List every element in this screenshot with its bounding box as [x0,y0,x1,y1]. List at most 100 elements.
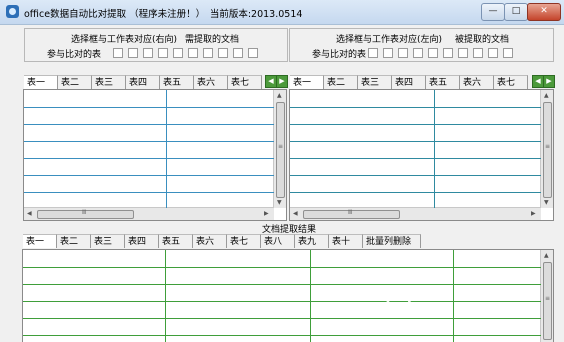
left-grid-hscroll-thumb[interactable]: Ⅲ [37,209,134,219]
left-doc-label: 需提取的文档 [185,35,240,45]
result-tab-7[interactable]: 表七 [227,234,261,248]
left-compare-checkbox-1[interactable] [113,48,123,58]
left-tab-4[interactable]: 表四 [126,75,160,89]
left-compare-checkbox-10[interactable] [248,48,258,58]
result-tab-strip: 表一 表二 表三 表四 表五 表六 表七 表八 表九 表十 批量列删除 [23,234,421,248]
scroll-up-arrow-icon[interactable]: ▲ [544,92,549,99]
left-compare-checkbox-5[interactable] [173,48,183,58]
left-tab-next-button[interactable]: ▶ [276,75,288,88]
left-tab-2[interactable]: 表二 [58,75,92,89]
left-tab-6[interactable]: 表六 [194,75,228,89]
right-compare-checkbox-4[interactable] [413,48,423,58]
result-tab-4[interactable]: 表四 [125,234,159,248]
left-compare-label: 参与比对的表 [47,50,102,60]
result-tab-6[interactable]: 表六 [193,234,227,248]
scroll-up-arrow-icon[interactable]: ▲ [277,92,282,99]
left-tab-prev-icon: ◀ [268,77,274,85]
result-tab-5[interactable]: 表五 [159,234,193,248]
right-compare-label: 参与比对的表 [312,50,367,60]
right-compare-checkbox-9[interactable] [488,48,498,58]
minimize-button[interactable]: — [481,3,505,21]
minimize-icon: — [488,6,498,16]
right-grid-vscroll-thumb[interactable]: ≡ [543,102,552,198]
left-select-label: 选择框与工作表对应(右向) [71,35,178,45]
right-tab-2[interactable]: 表二 [324,75,358,89]
result-tab-2[interactable]: 表二 [57,234,91,248]
left-tab-1[interactable]: 表一 [24,75,58,89]
result-tab-10[interactable]: 表十 [329,234,363,248]
scroll-right-arrow-icon[interactable]: ▶ [531,210,536,217]
left-grid-vertical-scrollbar[interactable]: ▲ ≡ ▼ [273,90,286,208]
left-tab-5[interactable]: 表五 [160,75,194,89]
grid-row-line [290,192,541,193]
left-compare-checkbox-3[interactable] [143,48,153,58]
left-compare-checkbox-4[interactable] [158,48,168,58]
right-tab-6[interactable]: 表六 [460,75,494,89]
result-grid-vscroll-thumb[interactable]: ≡ [543,262,552,340]
left-compare-checkbox-9[interactable] [233,48,243,58]
left-compare-checkbox-8[interactable] [218,48,228,58]
result-tab-1[interactable]: 表一 [23,234,57,248]
right-grid-hscroll-thumb[interactable]: Ⅲ [303,209,400,219]
scroll-grip-icon: ≡ [545,143,551,150]
right-compare-checkbox-8[interactable] [473,48,483,58]
right-data-grid[interactable]: ▲ ≡ ▼ ◀ Ⅲ ▶ [289,89,554,221]
scroll-down-arrow-icon[interactable]: ▼ [544,199,549,206]
scroll-grip-h-icon: Ⅲ [82,209,87,216]
right-select-label: 选择框与工作表对应(左向) [336,35,443,45]
grid-row-line [290,158,541,159]
right-tab-1[interactable]: 表一 [290,75,324,89]
right-tab-4[interactable]: 表四 [392,75,426,89]
left-data-grid[interactable]: ▲ ≡ ▼ ◀ Ⅲ ▶ [23,89,287,221]
scroll-left-arrow-icon[interactable]: ◀ [27,210,32,217]
scroll-grip-icon: ≡ [545,295,551,302]
grid-row-line [23,301,541,302]
grid-row-line [290,175,541,176]
scroll-down-arrow-icon[interactable]: ▼ [277,199,282,206]
right-tab-3[interactable]: 表三 [358,75,392,89]
scroll-right-arrow-icon[interactable]: ▶ [264,210,269,217]
right-tab-next-button[interactable]: ▶ [543,75,555,88]
scroll-left-arrow-icon[interactable]: ◀ [293,210,298,217]
maximize-button[interactable]: □ [504,3,528,21]
close-button[interactable]: ✕ [527,3,561,21]
scroll-grip-icon: ≡ [278,143,284,150]
right-tab-strip: 表一 表二 表三 表四 表五 表六 表七 [290,75,528,89]
right-tab-prev-icon: ◀ [535,77,541,85]
grid-column-line [166,90,167,208]
result-tab-8[interactable]: 表八 [261,234,295,248]
left-grid-vscroll-thumb[interactable]: ≡ [276,102,285,198]
left-tab-7[interactable]: 表七 [228,75,262,89]
right-grid-vertical-scrollbar[interactable]: ▲ ≡ ▼ [540,90,553,208]
grid-row-line [23,335,541,336]
right-compare-checkbox-7[interactable] [458,48,468,58]
right-tab-5[interactable]: 表五 [426,75,460,89]
grid-row-line [290,124,541,125]
right-compare-checkbox-5[interactable] [428,48,438,58]
right-compare-checkbox-3[interactable] [398,48,408,58]
result-tab-3[interactable]: 表三 [91,234,125,248]
right-compare-checkbox-6[interactable] [443,48,453,58]
right-compare-checkbox-2[interactable] [383,48,393,58]
grid-column-line [165,250,166,342]
left-compare-checkbox-2[interactable] [128,48,138,58]
result-tab-9[interactable]: 表九 [295,234,329,248]
left-grid-horizontal-scrollbar[interactable]: ◀ Ⅲ ▶ [24,207,274,220]
scroll-grip-h-icon: Ⅲ [348,209,353,216]
result-grid-vertical-scrollbar[interactable]: ▲ ≡ [540,250,553,342]
right-tab-7[interactable]: 表七 [494,75,528,89]
scroll-up-arrow-icon[interactable]: ▲ [544,252,549,259]
left-compare-checkbox-6[interactable] [188,48,198,58]
left-checkbox-row [113,48,258,58]
result-tab-11[interactable]: 批量列删除 [363,234,421,248]
window-title: office数据自动比对提取 （程序未注册！） 当前版本:2013.0514 [24,9,303,20]
right-grid-horizontal-scrollbar[interactable]: ◀ Ⅲ ▶ [290,207,541,220]
right-compare-checkbox-1[interactable] [368,48,378,58]
left-compare-checkbox-7[interactable] [203,48,213,58]
right-compare-checkbox-10[interactable] [503,48,513,58]
grid-row-line [24,141,274,142]
maximize-icon: □ [511,6,521,16]
left-selection-group: 选择框与工作表对应(右向) 需提取的文档 参与比对的表 [24,28,288,62]
result-data-grid[interactable]: ▲ ≡ [22,249,554,342]
left-tab-3[interactable]: 表三 [92,75,126,89]
